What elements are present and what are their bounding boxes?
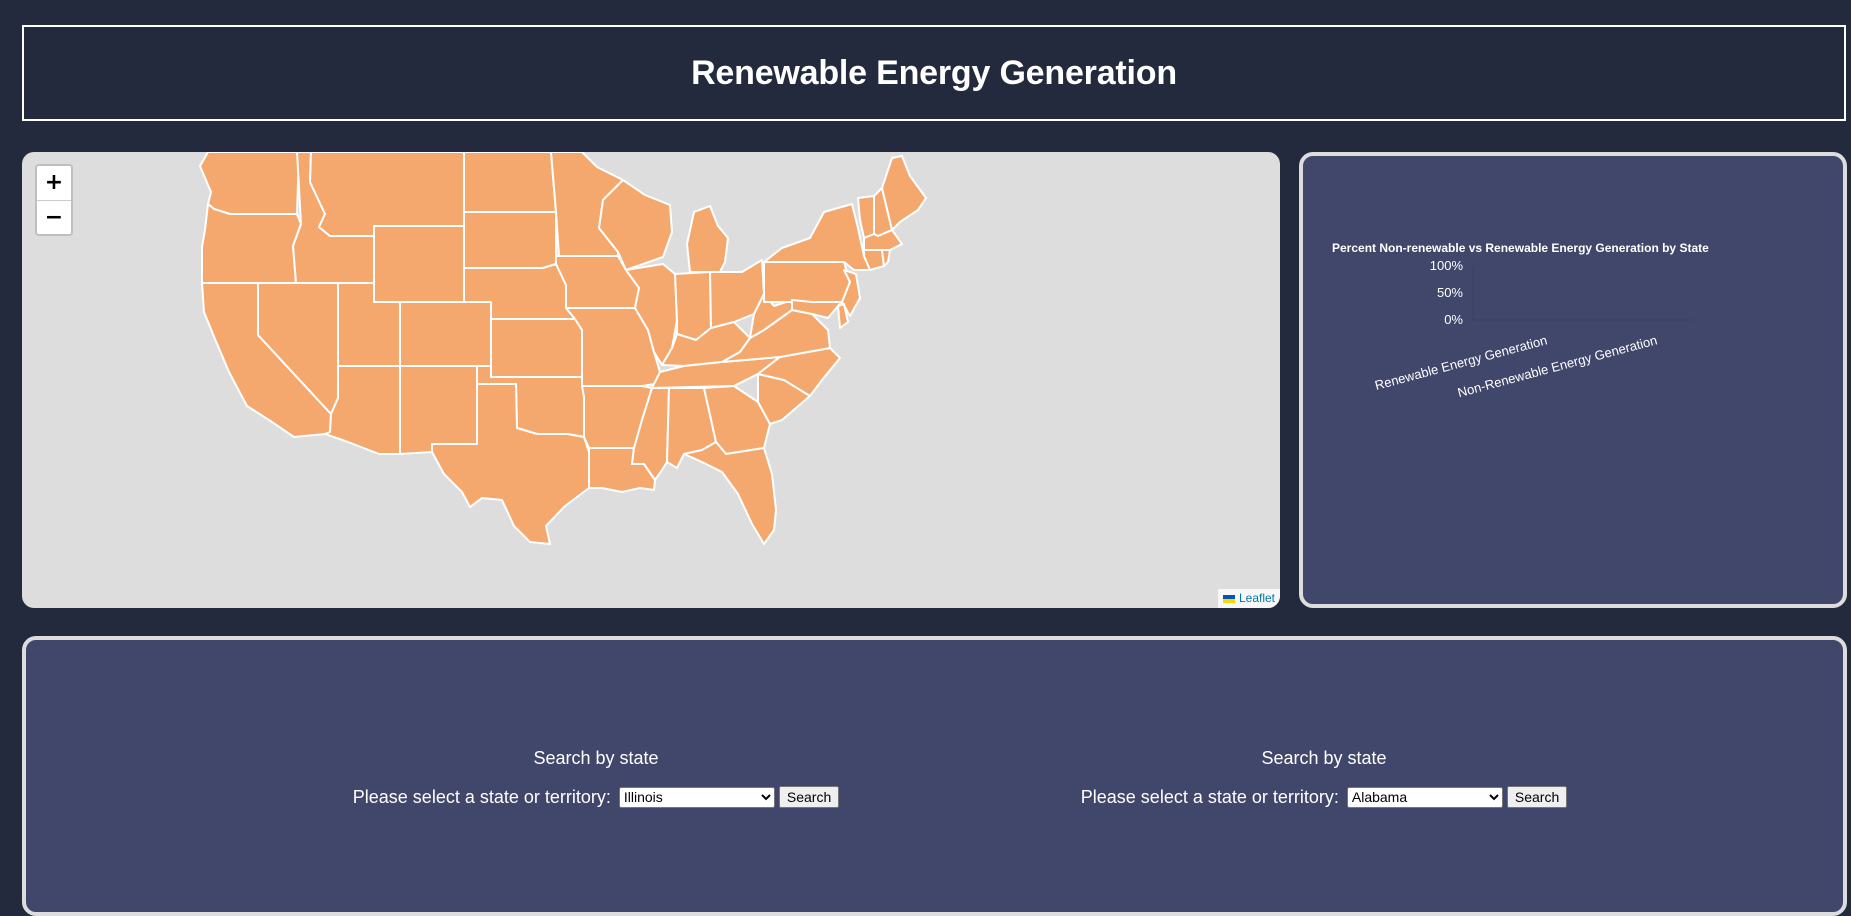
state-select-prompt: Please select a state or territory: [1080,786,1339,807]
state-maine [881,155,927,231]
zoom-control: + − [35,164,73,236]
state-oregon [201,203,302,284]
search-group-left: Search by state Please select a state or… [246,748,946,808]
state-montana [309,152,465,237]
leaflet-link[interactable]: Leaflet [1239,589,1275,608]
state-north-dakota [463,152,557,213]
state-select-left[interactable]: Illinois [618,786,775,808]
energy-chart-panel: Percent Non-renewable vs Renewable Energ… [1299,152,1847,608]
state-pennsylvania [763,261,851,303]
search-panel: Search by state Please select a state or… [22,636,1847,916]
state-rhode-island [881,249,891,267]
x-category-label: Non-Renewable Energy Generation [1456,332,1659,400]
state-michigan [686,205,729,273]
zoom-out-button[interactable]: − [37,200,71,234]
state-select-prompt: Please select a state or territory: [352,786,611,807]
ukraine-flag-icon [1222,594,1235,603]
state-vermont [857,195,875,239]
search-row: Please select a state or territory: Alab… [974,786,1674,808]
state-florida [683,441,777,545]
state-wyoming [373,225,465,303]
search-button-left[interactable]: Search [778,786,840,808]
zoom-in-button[interactable]: + [37,166,71,200]
search-row: Please select a state or territory: Illi… [246,786,946,808]
page-header: Renewable Energy Generation [22,25,1846,121]
y-axis: 100% 50% 0% [1430,258,1464,327]
search-heading: Search by state [533,748,659,768]
page-title: Renewable Energy Generation [691,53,1177,92]
search-heading: Search by state [1261,748,1387,768]
y-tick-label: 100% [1430,258,1464,273]
search-button-right[interactable]: Search [1506,786,1568,808]
state-south-dakota [463,211,557,269]
y-tick-label: 0% [1444,312,1463,327]
energy-bar-chart: Percent Non-renewable vs Renewable Energ… [1332,241,1709,400]
state-new-mexico [399,365,478,455]
x-axis: Renewable Energy GenerationNon-Renewable… [1373,332,1659,400]
us-states-map[interactable] [22,152,1280,608]
state-select-right[interactable]: Alabama [1346,786,1503,808]
state-kansas [490,318,583,378]
state-colorado [399,301,492,367]
state-indiana [674,271,712,341]
state-washington [199,152,300,215]
chart-title: Percent Non-renewable vs Renewable Energ… [1332,241,1709,255]
y-tick-label: 50% [1437,285,1463,300]
map-attribution: Leaflet [1217,589,1280,608]
search-group-right: Search by state Please select a state or… [974,748,1674,808]
state-new-york [763,203,871,271]
plot-area [1472,266,1693,321]
state-map[interactable]: + − Leaflet [22,152,1280,608]
